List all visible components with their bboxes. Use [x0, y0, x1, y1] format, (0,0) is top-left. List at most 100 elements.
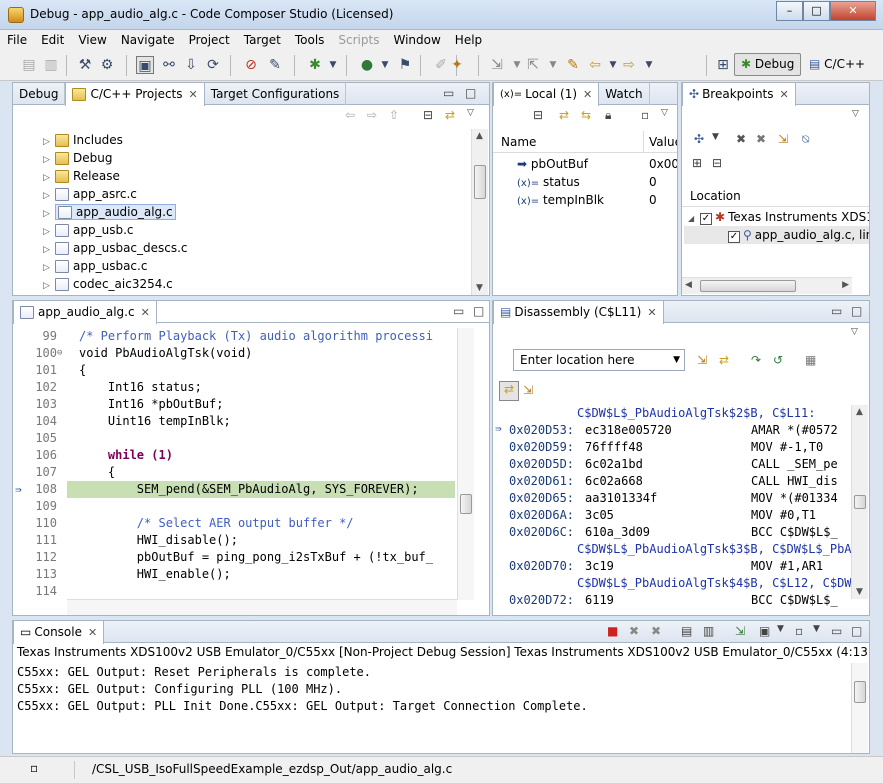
continuous-refresh-icon[interactable]: ⇆: [581, 108, 591, 122]
collapse-all-icon[interactable]: ⊟: [712, 156, 722, 170]
load-icon[interactable]: ⇩: [182, 56, 200, 74]
clear-console-icon[interactable]: ▤: [681, 624, 692, 638]
up-icon[interactable]: ⇧: [389, 108, 399, 122]
chevron-down-icon[interactable]: ▼: [324, 56, 342, 74]
open-perspective-icon[interactable]: ⊞: [714, 56, 732, 74]
remove-launch-icon[interactable]: ✖: [629, 624, 639, 638]
debug-perspective-button[interactable]: ✱ Debug: [734, 53, 802, 76]
tab-disassembly[interactable]: ▤ Disassembly (C$L11) ✕: [493, 301, 664, 324]
breakpoint-toggle-icon[interactable]: ⊘: [242, 56, 260, 74]
close-button[interactable]: ✕: [830, 1, 876, 21]
tree-item-debug[interactable]: ▷ Debug: [43, 149, 112, 167]
maximize-view-icon[interactable]: □: [851, 624, 862, 638]
tab-debug[interactable]: Debug: [13, 83, 66, 105]
reload-icon[interactable]: ⟳: [204, 56, 222, 74]
menu-edit[interactable]: Edit: [34, 30, 71, 50]
variable-row[interactable]: (x)= tempInBlk: [517, 191, 604, 209]
expand-all-icon[interactable]: ⊞: [692, 156, 702, 170]
debug-icon[interactable]: ✱: [306, 56, 324, 74]
external-tools-icon[interactable]: ⚑: [396, 56, 414, 74]
breakpoint-item[interactable]: ✓ ⚲ app_audio_alg.c, lin: [684, 226, 869, 244]
close-icon[interactable]: ✕: [88, 622, 97, 643]
pin-console-icon[interactable]: ⇲: [735, 624, 745, 638]
new-breakpoint-icon[interactable]: ✣: [694, 132, 704, 146]
back-icon[interactable]: ⇦: [586, 56, 604, 74]
build-icon[interactable]: ⚒: [76, 56, 94, 74]
tree-item-file[interactable]: ▷ app_usb.c: [43, 221, 133, 239]
column-value[interactable]: Value: [649, 135, 677, 149]
go-to-file-icon[interactable]: ⇲: [778, 132, 788, 146]
project-scrollbar[interactable]: ▲ ▼: [471, 129, 488, 295]
back-icon[interactable]: ⇦: [345, 108, 355, 122]
minimize-view-icon[interactable]: ▭: [443, 86, 454, 100]
remove-all-icon[interactable]: ✖: [756, 132, 766, 146]
collapse-all-icon[interactable]: ⊟: [423, 108, 433, 122]
tab-cpp-projects[interactable]: C/C++ Projects ✕: [65, 83, 205, 106]
editor-hscroll[interactable]: [67, 599, 457, 615]
terminate-icon[interactable]: ■: [607, 624, 618, 638]
scroll-thumb[interactable]: [460, 494, 472, 514]
menu-scripts[interactable]: Scripts: [331, 30, 386, 50]
maximize-view-icon[interactable]: □: [851, 304, 862, 318]
save-icon[interactable]: ▤: [20, 56, 38, 74]
variable-value[interactable]: 0: [649, 173, 657, 191]
menu-target[interactable]: Target: [237, 30, 288, 50]
tree-item-includes[interactable]: ▷ Includes: [43, 131, 123, 149]
step-into-icon[interactable]: ↺: [773, 353, 783, 367]
chevron-down-icon[interactable]: ▼: [813, 624, 820, 634]
minimize-view-icon[interactable]: ▭: [831, 624, 842, 638]
minimize-view-icon[interactable]: ▭: [453, 304, 464, 318]
view-menu-icon[interactable]: ▽: [661, 108, 668, 118]
run-icon[interactable]: ●: [358, 56, 376, 74]
variable-value[interactable]: 0: [649, 191, 657, 209]
show-source-icon[interactable]: ▦: [805, 353, 816, 367]
menu-view[interactable]: View: [71, 30, 113, 50]
menu-file[interactable]: File: [0, 30, 34, 50]
new-expression-icon[interactable]: ▫: [641, 108, 649, 122]
close-icon[interactable]: ✕: [647, 302, 656, 323]
tree-item-file[interactable]: ▷ app_asrc.c: [43, 185, 137, 203]
close-icon[interactable]: ✕: [141, 302, 150, 323]
tab-breakpoints[interactable]: ✣ Breakpoints ✕: [682, 83, 796, 106]
menu-project[interactable]: Project: [182, 30, 237, 50]
tab-app-audio-alg[interactable]: app_audio_alg.c ✕: [13, 301, 157, 324]
print-icon[interactable]: ▥: [42, 56, 60, 74]
memory-icon[interactable]: ✎: [266, 56, 284, 74]
refresh-icon[interactable]: ⇄: [719, 353, 729, 367]
editor-scrollbar[interactable]: [457, 328, 474, 600]
open-console-icon[interactable]: ▫: [795, 624, 803, 638]
console-output[interactable]: C55xx: GEL Output: Reset Peripherals is …: [17, 664, 588, 715]
skip-all-icon[interactable]: ⍉: [802, 132, 809, 147]
disassembly-area[interactable]: ⇛ C$DW$L$_PbAudioAlgTsk$2$B, C$L11: 0x02…: [493, 405, 866, 607]
minimize-button[interactable]: –: [776, 1, 803, 21]
chevron-down-icon[interactable]: ▼: [376, 56, 394, 74]
scroll-lock-icon[interactable]: ▥: [703, 624, 714, 638]
breakpoint-group[interactable]: ◢ ✓ ✱ Texas Instruments XDS1: [688, 208, 869, 226]
column-location[interactable]: Location: [690, 189, 741, 203]
step-over-icon[interactable]: ↷: [751, 353, 761, 367]
refresh-icon[interactable]: ⇄: [559, 108, 569, 122]
tree-item-file[interactable]: ▷ app_usbac_descs.c: [43, 239, 188, 257]
tree-item-release[interactable]: ▷ Release: [43, 167, 120, 185]
scroll-thumb[interactable]: [474, 165, 486, 199]
tab-watch[interactable]: Watch: [599, 83, 650, 105]
minimize-view-icon[interactable]: ▭: [831, 304, 842, 318]
disassembly-scrollbar[interactable]: ▲ ▼: [851, 405, 868, 599]
scroll-thumb[interactable]: [854, 495, 866, 509]
chevron-down-icon[interactable]: ▼: [712, 132, 719, 142]
location-input[interactable]: Enter location here ▼: [513, 349, 685, 371]
scroll-thumb[interactable]: [854, 681, 866, 703]
variable-row[interactable]: ➡ pbOutBuf: [517, 155, 588, 173]
variable-row[interactable]: (x)= status: [517, 173, 580, 191]
show-opcodes-icon[interactable]: ⇲: [523, 383, 533, 397]
view-menu-icon[interactable]: ▽: [467, 108, 474, 118]
tree-item-file[interactable]: ▷ app_usbac.c: [43, 257, 147, 275]
scroll-thumb[interactable]: [700, 280, 796, 292]
breakpoints-hscroll[interactable]: ◀ ▶: [682, 277, 852, 294]
chevron-down-icon[interactable]: ▼: [673, 350, 680, 370]
link-editor-icon[interactable]: ⇄: [445, 108, 455, 122]
chevron-down-icon[interactable]: ▼: [544, 56, 562, 74]
maximize-button[interactable]: □: [803, 1, 830, 21]
menu-window[interactable]: Window: [386, 30, 447, 50]
tab-console[interactable]: ▭ Console ✕: [13, 621, 105, 644]
